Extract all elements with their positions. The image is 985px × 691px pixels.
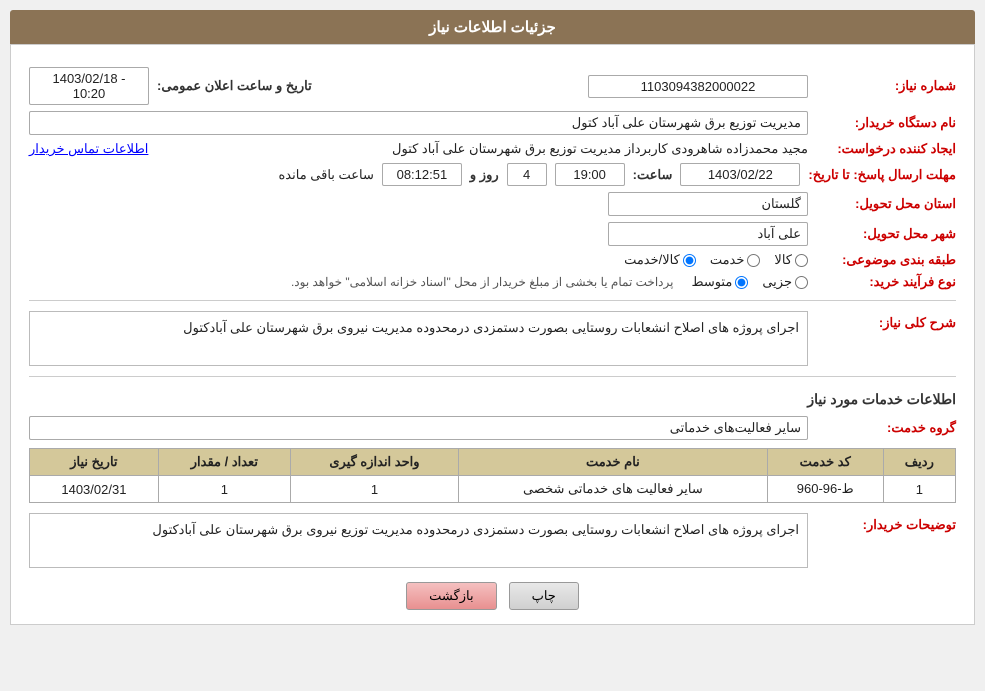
cell-row: 1 xyxy=(883,476,955,503)
announce-date-label: تاریخ و ساعت اعلان عمومی: xyxy=(157,78,312,94)
category-option-khedmat[interactable]: خدمت xyxy=(710,252,761,268)
delivery-province-value: گلستان xyxy=(608,192,808,216)
print-button[interactable]: چاپ xyxy=(509,582,579,610)
requester-org-value: مدیریت توزیع برق شهرستان علی آباد کتول xyxy=(29,111,808,135)
general-description-value: اجرای پروژه های اصلاح انشعابات روستایی ب… xyxy=(29,311,808,366)
service-group-value: سایر فعالیت‌های خدماتی xyxy=(29,416,808,440)
need-number-label: شماره نیاز: xyxy=(816,78,956,94)
cell-name: سایر فعالیت های خدماتی شخصی xyxy=(459,476,768,503)
purchase-type-radio-group: جزیی متوسط xyxy=(691,274,808,290)
delivery-city-label: شهر محل تحویل: xyxy=(816,226,956,242)
general-description-label: شرح کلی نیاز: xyxy=(816,315,956,331)
col-date: تاریخ نیاز xyxy=(30,449,159,476)
service-group-label: گروه خدمت: xyxy=(816,420,956,436)
col-quantity: تعداد / مقدار xyxy=(158,449,290,476)
services-section-title: اطلاعات خدمات مورد نیاز xyxy=(29,391,956,408)
response-days-label: روز و xyxy=(470,167,499,183)
response-time: 19:00 xyxy=(555,163,625,186)
back-button[interactable]: بازگشت xyxy=(406,582,496,610)
response-deadline-label: مهلت ارسال پاسخ: تا تاریخ: xyxy=(808,167,956,183)
purchase-type-label: نوع فرآیند خرید: xyxy=(816,274,956,290)
category-label: طبقه بندی موضوعی: xyxy=(816,252,956,268)
response-remaining-label: ساعت باقی مانده xyxy=(279,167,374,183)
buyer-notes-value: اجرای پروژه های اصلاح انشعابات روستایی ب… xyxy=(29,513,808,568)
category-option-kala-khedmat[interactable]: کالا/خدمت xyxy=(624,252,696,268)
creator-value: مجید محمدزاده شاهرودی کاربرداز مدیریت تو… xyxy=(156,141,808,157)
delivery-province-label: استان محل تحویل: xyxy=(816,196,956,212)
col-unit: واحد اندازه گیری xyxy=(290,449,458,476)
services-table: ردیف کد خدمت نام خدمت واحد اندازه گیری ت… xyxy=(29,448,956,503)
page-header: جزئیات اطلاعات نیاز xyxy=(10,10,975,44)
category-option-kala[interactable]: کالا xyxy=(774,252,808,268)
button-row: چاپ بازگشت xyxy=(29,582,956,610)
delivery-city-value: علی آباد xyxy=(608,222,808,246)
response-days: 4 xyxy=(507,163,547,186)
contact-info-link[interactable]: اطلاعات تماس خریدار xyxy=(29,141,148,157)
announce-date-value: 1403/02/18 - 10:20 xyxy=(29,67,149,105)
response-remaining: 08:12:51 xyxy=(382,163,462,186)
col-name: نام خدمت xyxy=(459,449,768,476)
purchase-option-jozi[interactable]: جزیی xyxy=(762,274,808,290)
requester-org-label: نام دستگاه خریدار: xyxy=(816,115,956,131)
creator-label: ایجاد کننده درخواست: xyxy=(816,141,956,157)
purchase-option-moutaset[interactable]: متوسط xyxy=(691,274,748,290)
table-row: 1 ط-96-960 سایر فعالیت های خدماتی شخصی 1… xyxy=(30,476,956,503)
cell-code: ط-96-960 xyxy=(767,476,883,503)
purchase-note: پرداخت تمام یا بخشی از مبلغ خریدار از مح… xyxy=(291,275,674,289)
buyer-notes-label: توضیحات خریدار: xyxy=(816,517,956,533)
need-number-value: 1103094382000022 xyxy=(588,75,808,98)
cell-date: 1403/02/31 xyxy=(30,476,159,503)
header-title: جزئیات اطلاعات نیاز xyxy=(429,19,556,36)
response-time-label: ساعت: xyxy=(633,167,673,183)
col-row: ردیف xyxy=(883,449,955,476)
response-date: 1403/02/22 xyxy=(680,163,800,186)
category-radio-group: کالا خدمت کالا/خدمت xyxy=(624,252,808,268)
cell-unit: 1 xyxy=(290,476,458,503)
cell-quantity: 1 xyxy=(158,476,290,503)
col-code: کد خدمت xyxy=(767,449,883,476)
